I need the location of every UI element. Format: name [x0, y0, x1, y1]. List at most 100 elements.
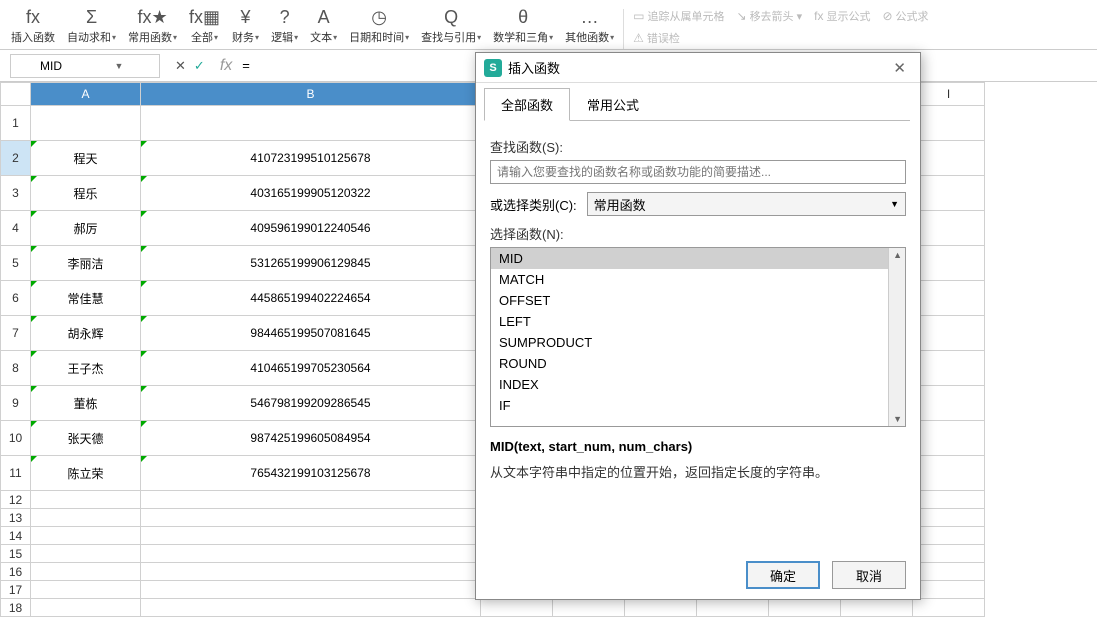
chevron-down-icon[interactable]: ▼	[85, 61, 153, 71]
cell-A1[interactable]: 姓名	[31, 106, 141, 141]
function-item-OFFSET[interactable]: OFFSET	[491, 290, 905, 311]
ribbon-逻辑[interactable]: ? 逻辑 ▾	[265, 1, 304, 49]
cell-B5[interactable]: 531265199906129845	[141, 246, 481, 281]
row-header-5[interactable]: 5	[1, 246, 31, 281]
cell-I16[interactable]	[913, 563, 985, 581]
cell-B7[interactable]: 984465199507081645	[141, 316, 481, 351]
cell-I17[interactable]	[913, 581, 985, 599]
cell-I10[interactable]	[913, 421, 985, 456]
cell-A18[interactable]	[31, 599, 141, 617]
row-header-4[interactable]: 4	[1, 211, 31, 246]
ribbon-日期和时间[interactable]: ◷ 日期和时间 ▾	[343, 1, 415, 49]
function-item-LEFT[interactable]: LEFT	[491, 311, 905, 332]
cancel-button[interactable]: 取消	[832, 561, 906, 589]
cell-A6[interactable]: 常佳慧	[31, 281, 141, 316]
ribbon-其他函数[interactable]: … 其他函数 ▾	[559, 1, 620, 49]
cell-A8[interactable]: 王子杰	[31, 351, 141, 386]
cell-A17[interactable]	[31, 581, 141, 599]
cell-B3[interactable]: 403165199905120322	[141, 176, 481, 211]
cell-A15[interactable]	[31, 545, 141, 563]
cell-I9[interactable]	[913, 386, 985, 421]
cell-B18[interactable]	[141, 599, 481, 617]
scroll-down-icon[interactable]: ▼	[893, 414, 902, 424]
cell-B16[interactable]	[141, 563, 481, 581]
ok-button[interactable]: 确定	[746, 561, 820, 589]
ribbon-文本[interactable]: A 文本 ▾	[304, 1, 343, 49]
cell-B13[interactable]	[141, 509, 481, 527]
cell-I11[interactable]	[913, 456, 985, 491]
cell-I7[interactable]	[913, 316, 985, 351]
ribbon-财务[interactable]: ¥ 财务 ▾	[226, 1, 265, 49]
ribbon-全部[interactable]: fx▦ 全部 ▾	[183, 1, 226, 49]
cell-B17[interactable]	[141, 581, 481, 599]
cell-B1[interactable]: 身份证	[141, 106, 481, 141]
row-header-9[interactable]: 9	[1, 386, 31, 421]
ribbon-插入函数[interactable]: fx 插入函数	[5, 1, 61, 49]
row-header-14[interactable]: 14	[1, 527, 31, 545]
col-header-B[interactable]: B	[141, 83, 481, 106]
select-all-corner[interactable]	[1, 83, 31, 106]
cell-I5[interactable]	[913, 246, 985, 281]
row-header-6[interactable]: 6	[1, 281, 31, 316]
cell-G18[interactable]	[769, 599, 841, 617]
close-icon[interactable]: ✕	[887, 59, 912, 77]
function-item-MID[interactable]: MID	[491, 248, 905, 269]
cell-B4[interactable]: 409596199012240546	[141, 211, 481, 246]
row-header-18[interactable]: 18	[1, 599, 31, 617]
row-header-8[interactable]: 8	[1, 351, 31, 386]
category-select[interactable]: 常用函数 ▼	[587, 192, 906, 216]
cell-I18[interactable]	[913, 599, 985, 617]
ribbon-查找与引用[interactable]: Q 查找与引用 ▾	[415, 1, 487, 49]
cell-A9[interactable]: 董栋	[31, 386, 141, 421]
cell-A5[interactable]: 李丽洁	[31, 246, 141, 281]
cell-I14[interactable]	[913, 527, 985, 545]
cell-A4[interactable]: 郝厉	[31, 211, 141, 246]
ribbon-自动求和[interactable]: Σ 自动求和 ▾	[61, 1, 122, 49]
cell-B11[interactable]: 765432199103125678	[141, 456, 481, 491]
col-header-A[interactable]: A	[31, 83, 141, 106]
cell-I6[interactable]	[913, 281, 985, 316]
cell-A13[interactable]	[31, 509, 141, 527]
row-header-12[interactable]: 12	[1, 491, 31, 509]
cell-A12[interactable]	[31, 491, 141, 509]
row-header-7[interactable]: 7	[1, 316, 31, 351]
ribbon-常用函数[interactable]: fx★ 常用函数 ▾	[122, 1, 183, 49]
cell-A10[interactable]: 张天德	[31, 421, 141, 456]
cell-A2[interactable]: 程天	[31, 141, 141, 176]
function-item-INDEX[interactable]: INDEX	[491, 374, 905, 395]
tab-all-functions[interactable]: 全部函数	[484, 88, 570, 121]
function-item-IF[interactable]: IF	[491, 395, 905, 416]
cell-I3[interactable]	[913, 176, 985, 211]
cell-B2[interactable]: 410723199510125678	[141, 141, 481, 176]
row-header-10[interactable]: 10	[1, 421, 31, 456]
cell-I12[interactable]	[913, 491, 985, 509]
row-header-16[interactable]: 16	[1, 563, 31, 581]
cell-E18[interactable]	[625, 599, 697, 617]
cell-F18[interactable]	[697, 599, 769, 617]
dialog-titlebar[interactable]: S 插入函数 ✕	[476, 53, 920, 83]
cell-I1[interactable]	[913, 106, 985, 141]
function-item-MATCH[interactable]: MATCH	[491, 269, 905, 290]
cell-D18[interactable]	[553, 599, 625, 617]
cell-I2[interactable]	[913, 141, 985, 176]
confirm-formula-button[interactable]: ✓	[194, 58, 205, 74]
cell-I8[interactable]	[913, 351, 985, 386]
cell-B15[interactable]	[141, 545, 481, 563]
cell-B9[interactable]: 546798199209286545	[141, 386, 481, 421]
row-header-13[interactable]: 13	[1, 509, 31, 527]
scroll-up-icon[interactable]: ▲	[893, 250, 902, 260]
tab-common-formulas[interactable]: 常用公式	[570, 88, 656, 121]
function-item-SUMPRODUCT[interactable]: SUMPRODUCT	[491, 332, 905, 353]
cell-A16[interactable]	[31, 563, 141, 581]
cell-B6[interactable]: 445865199402224654	[141, 281, 481, 316]
row-header-15[interactable]: 15	[1, 545, 31, 563]
cancel-formula-button[interactable]: ✕	[175, 58, 186, 74]
cell-A7[interactable]: 胡永辉	[31, 316, 141, 351]
fx-icon[interactable]: fx	[220, 57, 232, 75]
cell-C18[interactable]	[481, 599, 553, 617]
cell-H18[interactable]	[841, 599, 913, 617]
cell-B10[interactable]: 987425199605084954	[141, 421, 481, 456]
row-header-3[interactable]: 3	[1, 176, 31, 211]
cell-A3[interactable]: 程乐	[31, 176, 141, 211]
cell-I13[interactable]	[913, 509, 985, 527]
